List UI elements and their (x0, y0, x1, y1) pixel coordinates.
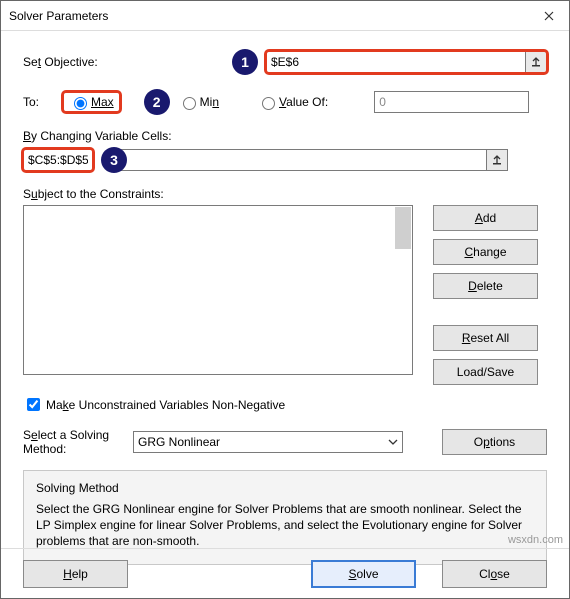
collapse-icon (491, 154, 503, 166)
delete-button[interactable]: Delete (433, 273, 538, 299)
scrollbar-thumb[interactable] (395, 207, 411, 249)
solver-parameters-dialog: Solver Parameters Set Objective: 1 To: (0, 0, 570, 599)
max-radio-input[interactable] (74, 97, 87, 110)
constraints-label: Subject to the Constraints: (23, 187, 547, 201)
to-label: To: (23, 95, 63, 109)
method-selected: GRG Nonlinear (138, 435, 220, 449)
set-objective-label: Set Objective: (23, 55, 113, 69)
changing-ref-button[interactable] (486, 149, 508, 171)
min-radio-label: Min (200, 95, 219, 109)
annotation-badge-3: 3 (101, 147, 127, 173)
unconstrained-label: Make Unconstrained Variables Non-Negativ… (46, 398, 285, 412)
valueof-radio[interactable]: Value Of: (257, 94, 328, 110)
options-button[interactable]: Options (442, 429, 547, 455)
dialog-content: Set Objective: 1 To: Max 2 Min (1, 31, 569, 575)
desc-title: Solving Method (36, 481, 534, 495)
valueof-input (374, 91, 529, 113)
constraints-listbox[interactable] (23, 205, 413, 375)
objective-input[interactable] (266, 51, 526, 73)
reset-all-button[interactable]: Reset All (433, 325, 538, 351)
dialog-footer: Help Solve Close (1, 548, 569, 598)
annotation-badge-1: 1 (232, 49, 258, 75)
close-icon (544, 11, 554, 21)
help-button[interactable]: Help (23, 560, 128, 588)
changing-cells-input-hl[interactable] (23, 149, 93, 171)
solve-button[interactable]: Solve (311, 560, 416, 588)
unconstrained-checkbox-input[interactable] (27, 398, 40, 411)
close-footer-button[interactable]: Close (442, 560, 547, 588)
min-radio[interactable]: Min (178, 94, 219, 110)
min-radio-input[interactable] (183, 97, 196, 110)
unconstrained-checkbox[interactable]: Make Unconstrained Variables Non-Negativ… (23, 395, 547, 414)
constraint-buttons: Add Change Delete Reset All Load/Save (433, 205, 538, 385)
close-button[interactable] (529, 1, 569, 31)
watermark: wsxdn.com (508, 534, 563, 546)
chevron-down-icon (388, 437, 398, 447)
method-row: Select a SolvingMethod: GRG Nonlinear Op… (23, 428, 547, 456)
valueof-radio-input[interactable] (262, 97, 275, 110)
titlebar: Solver Parameters (1, 1, 569, 31)
add-button[interactable]: Add (433, 205, 538, 231)
valueof-radio-label: Value Of: (279, 95, 328, 109)
objective-ref-button[interactable] (525, 51, 547, 73)
load-save-button[interactable]: Load/Save (433, 359, 538, 385)
method-select[interactable]: GRG Nonlinear (133, 431, 403, 453)
changing-row: 3 (23, 147, 547, 173)
set-objective-row: Set Objective: 1 (23, 49, 547, 75)
change-button[interactable]: Change (433, 239, 538, 265)
max-radio-label: Max (91, 95, 114, 109)
changing-label: By Changing Variable Cells: (23, 129, 547, 143)
max-radio[interactable]: Max (63, 92, 120, 112)
method-label: Select a SolvingMethod: (23, 428, 133, 456)
to-row: To: Max 2 Min Value Of: (23, 89, 547, 115)
collapse-icon (530, 56, 542, 68)
changing-cells-input[interactable] (119, 149, 487, 171)
window-title: Solver Parameters (9, 9, 529, 23)
desc-body: Select the GRG Nonlinear engine for Solv… (36, 501, 534, 550)
annotation-badge-2: 2 (144, 89, 170, 115)
